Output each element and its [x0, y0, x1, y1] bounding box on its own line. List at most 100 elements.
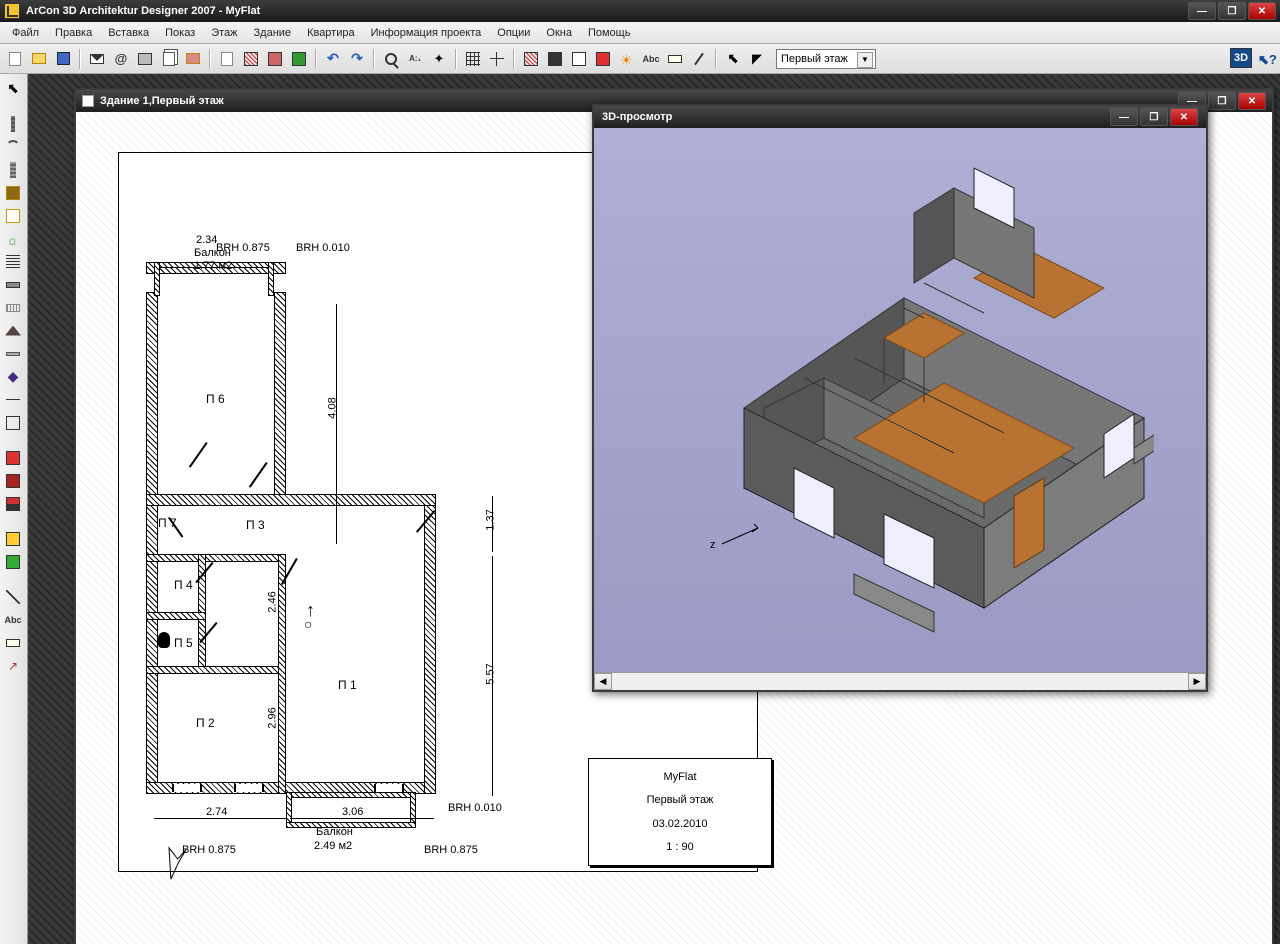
hatch-red-button[interactable]: [520, 48, 542, 70]
scroll-left-button[interactable]: ◀: [594, 673, 612, 690]
menu-building[interactable]: Здание: [246, 24, 300, 42]
menu-edit[interactable]: Правка: [47, 24, 100, 42]
abc-icon: Abc: [4, 615, 21, 625]
text-button[interactable]: Abc: [640, 48, 662, 70]
red-tool[interactable]: [2, 447, 24, 468]
zoom-button[interactable]: [380, 48, 402, 70]
menu-file[interactable]: Файл: [4, 24, 47, 42]
lines-red-button[interactable]: [592, 48, 614, 70]
lines-white-button[interactable]: [568, 48, 590, 70]
menu-view[interactable]: Показ: [157, 24, 203, 42]
room-label: П 6: [206, 392, 225, 406]
object-tool[interactable]: ◆: [2, 366, 24, 387]
new-button[interactable]: [4, 48, 26, 70]
stairs-tool[interactable]: [2, 251, 24, 272]
marker-button[interactable]: ◤: [746, 48, 768, 70]
close-button[interactable]: ✕: [1248, 2, 1276, 20]
sun-icon: ☀: [620, 52, 634, 66]
grid-button[interactable]: [462, 48, 484, 70]
copy-button[interactable]: [158, 48, 180, 70]
green-tool[interactable]: [2, 551, 24, 572]
save-icon: [57, 52, 70, 65]
menu-options[interactable]: Опции: [489, 24, 538, 42]
roof-tool[interactable]: [2, 320, 24, 341]
project-date: 03.02.2010: [652, 818, 707, 830]
menu-floor[interactable]: Этаж: [203, 24, 245, 42]
compass2-tool[interactable]: ↗: [2, 655, 24, 676]
balcony-tool[interactable]: [2, 297, 24, 318]
wall-tool[interactable]: [2, 113, 24, 134]
menu-help[interactable]: Помощь: [580, 24, 639, 42]
balcony-area: 2.49 м2: [314, 840, 352, 852]
dim-label: 5.57: [485, 663, 497, 684]
doc-button[interactable]: [216, 48, 238, 70]
building-3d-icon: z: [674, 138, 1154, 648]
line-tool[interactable]: [2, 389, 24, 410]
doc-maximize-button[interactable]: ❐: [1208, 92, 1236, 110]
preview-scrollbar[interactable]: ◀ ▶: [594, 672, 1206, 690]
rect-tool[interactable]: [2, 412, 24, 433]
wand-button[interactable]: [688, 48, 710, 70]
floor-selector[interactable]: Первый этаж: [776, 49, 876, 69]
mail-button[interactable]: [86, 48, 108, 70]
skylight-tool[interactable]: ☼: [2, 228, 24, 249]
doc-close-button[interactable]: ✕: [1238, 92, 1266, 110]
context-help-button[interactable]: ⬉?: [1254, 48, 1276, 70]
minimize-button[interactable]: —: [1188, 2, 1216, 20]
redo-button[interactable]: ↷: [346, 48, 368, 70]
dim-label: 1.37: [485, 509, 497, 530]
scroll-track[interactable]: [612, 673, 1188, 690]
open-button[interactable]: [28, 48, 50, 70]
preview-title: 3D-просмотр: [602, 111, 1110, 123]
red2-tool[interactable]: [2, 470, 24, 491]
stairs-icon: [6, 255, 20, 269]
beam-tool[interactable]: [2, 343, 24, 364]
zoom-text-button[interactable]: A:₁: [404, 48, 426, 70]
arc-icon: [6, 140, 20, 154]
window-tool[interactable]: [2, 205, 24, 226]
door-tool[interactable]: [2, 182, 24, 203]
pointer-tool[interactable]: ⬉: [2, 78, 24, 99]
compass-button[interactable]: ✦: [428, 48, 450, 70]
undo-button[interactable]: ↶: [322, 48, 344, 70]
arc-tool[interactable]: [2, 136, 24, 157]
balcony-label: Балкон: [316, 826, 353, 838]
preview-close-button[interactable]: ✕: [1170, 108, 1198, 126]
floor-selector-value: Первый этаж: [781, 53, 848, 65]
combine-button[interactable]: [264, 48, 286, 70]
preview-minimize-button[interactable]: —: [1110, 108, 1138, 126]
subtract-button[interactable]: [288, 48, 310, 70]
menu-apartment[interactable]: Квартира: [299, 24, 363, 42]
dimension-button[interactable]: [664, 48, 686, 70]
preview-viewport[interactable]: z: [594, 128, 1206, 672]
preview-title-bar[interactable]: 3D-просмотр — ❐ ✕: [594, 106, 1206, 128]
diag-tool[interactable]: [2, 586, 24, 607]
print-button[interactable]: [134, 48, 156, 70]
grid-red-button[interactable]: [240, 48, 262, 70]
measure-tool[interactable]: [2, 632, 24, 653]
new-icon: [9, 52, 21, 66]
scroll-right-button[interactable]: ▶: [1188, 673, 1206, 690]
slab-tool[interactable]: [2, 274, 24, 295]
save-button[interactable]: [52, 48, 74, 70]
sun-button[interactable]: ☀: [616, 48, 638, 70]
abc-tool[interactable]: Abc: [2, 609, 24, 630]
brh-label: BRH 0.875: [424, 844, 478, 856]
room-label: П 5: [174, 636, 193, 650]
menu-insert[interactable]: Вставка: [100, 24, 157, 42]
mode-3d-button[interactable]: 3D: [1230, 48, 1252, 68]
mixed-tool[interactable]: [2, 493, 24, 514]
preview-maximize-button[interactable]: ❐: [1140, 108, 1168, 126]
hatch-black-button[interactable]: [544, 48, 566, 70]
menu-windows[interactable]: Окна: [538, 24, 580, 42]
menu-project-info[interactable]: Информация проекта: [363, 24, 490, 42]
hatch-black-icon: [548, 52, 562, 66]
select-button[interactable]: ⬉: [722, 48, 744, 70]
at-button[interactable]: @: [110, 48, 132, 70]
attach-button[interactable]: [182, 48, 204, 70]
maximize-button[interactable]: ❐: [1218, 2, 1246, 20]
yellow-tool[interactable]: [2, 528, 24, 549]
crosshair-button[interactable]: [486, 48, 508, 70]
column-tool[interactable]: [2, 159, 24, 180]
measure-icon: [6, 639, 20, 647]
